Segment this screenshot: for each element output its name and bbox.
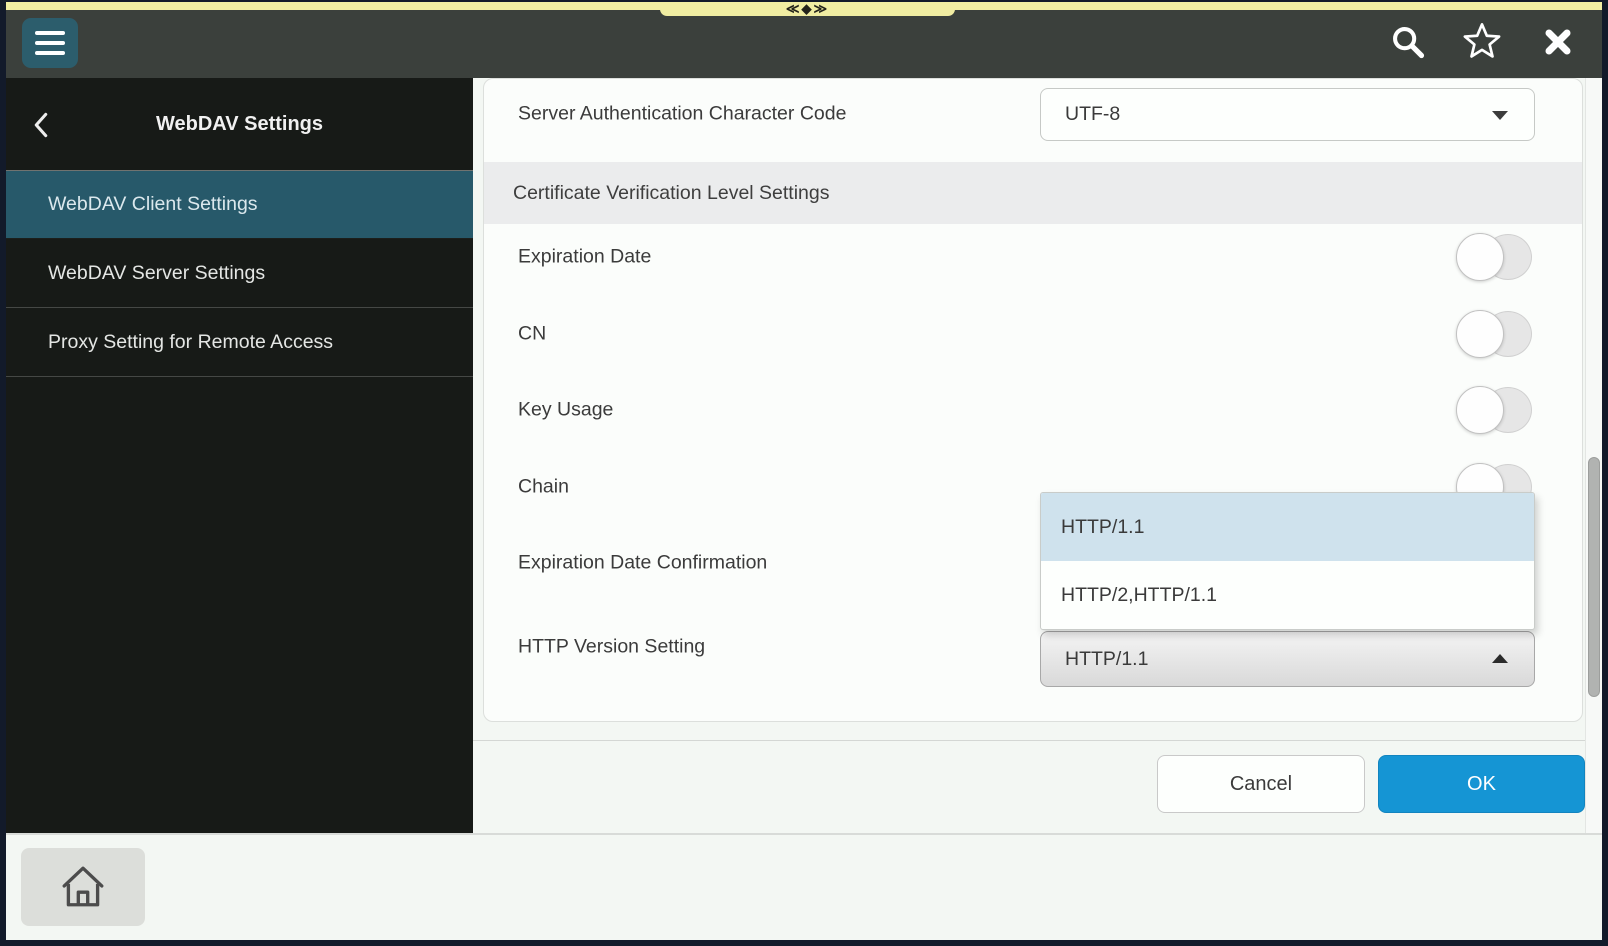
favorite-button[interactable] bbox=[1461, 19, 1503, 61]
app-window: ≪◆≫ bbox=[6, 2, 1602, 940]
scrollbar-thumb[interactable] bbox=[1588, 457, 1600, 697]
ok-button[interactable]: OK bbox=[1378, 755, 1585, 813]
triangle-down-icon bbox=[1492, 111, 1508, 120]
section-header: Certificate Verification Level Settings bbox=[484, 162, 1582, 224]
screen-pull-tab[interactable]: ≪◆≫ bbox=[660, 2, 955, 16]
close-icon bbox=[1544, 28, 1572, 56]
sidebar-item-label: WebDAV Client Settings bbox=[48, 193, 258, 216]
footer-divider bbox=[473, 740, 1602, 741]
sidebar-header: WebDAV Settings bbox=[6, 78, 473, 170]
cn-label: CN bbox=[518, 323, 546, 346]
sidebar-item-label: Proxy Setting for Remote Access bbox=[48, 331, 333, 354]
key-usage-label: Key Usage bbox=[518, 399, 613, 422]
sidebar-title: WebDAV Settings bbox=[6, 78, 473, 170]
hamburger-icon bbox=[35, 31, 65, 55]
ok-button-label: OK bbox=[1467, 773, 1496, 796]
menu-button[interactable] bbox=[22, 18, 78, 68]
cancel-button[interactable]: Cancel bbox=[1157, 755, 1365, 813]
dropdown-option-label: HTTP/2,HTTP/1.1 bbox=[1061, 584, 1217, 607]
dropdown-option-http11[interactable]: HTTP/1.1 bbox=[1041, 493, 1534, 561]
http-version-select[interactable]: HTTP/1.1 bbox=[1040, 631, 1535, 687]
cancel-button-label: Cancel bbox=[1230, 773, 1292, 796]
close-button[interactable] bbox=[1539, 23, 1577, 61]
section-header-label: Certificate Verification Level Settings bbox=[513, 182, 830, 205]
server-auth-charcode-select[interactable]: UTF-8 bbox=[1040, 88, 1535, 141]
toggle-knob bbox=[1456, 386, 1504, 434]
toggle-cn[interactable] bbox=[1456, 310, 1534, 358]
search-icon bbox=[1390, 24, 1426, 60]
scrollbar-track[interactable] bbox=[1585, 78, 1602, 833]
toggle-knob bbox=[1456, 310, 1504, 358]
expiration-date-confirmation-label: Expiration Date Confirmation bbox=[518, 552, 767, 575]
back-button[interactable] bbox=[24, 108, 58, 142]
dropdown-option-label: HTTP/1.1 bbox=[1061, 516, 1144, 539]
expiration-date-label: Expiration Date bbox=[518, 246, 651, 269]
server-auth-charcode-label: Server Authentication Character Code bbox=[518, 103, 846, 126]
select-value: HTTP/1.1 bbox=[1065, 648, 1148, 671]
home-button[interactable] bbox=[21, 848, 145, 926]
bottombar bbox=[6, 833, 1602, 940]
topbar bbox=[6, 10, 1602, 78]
triangle-up-icon bbox=[1492, 654, 1508, 663]
sidebar: WebDAV Settings WebDAV Client Settings W… bbox=[6, 78, 473, 833]
chevron-left-icon bbox=[32, 112, 50, 138]
http-version-dropdown-list: HTTP/1.1 HTTP/2,HTTP/1.1 bbox=[1040, 492, 1535, 630]
sidebar-item-label: WebDAV Server Settings bbox=[48, 262, 265, 285]
sidebar-item-webdav-client-settings[interactable]: WebDAV Client Settings bbox=[6, 170, 473, 239]
chain-label: Chain bbox=[518, 476, 569, 499]
home-icon bbox=[59, 863, 107, 911]
sidebar-item-proxy-setting-remote-access[interactable]: Proxy Setting for Remote Access bbox=[6, 308, 473, 377]
toggle-key-usage[interactable] bbox=[1456, 386, 1534, 434]
select-value: UTF-8 bbox=[1065, 103, 1120, 126]
toggle-knob bbox=[1456, 233, 1504, 281]
main-content: Server Authentication Character Code UTF… bbox=[473, 78, 1602, 833]
sidebar-item-webdav-server-settings[interactable]: WebDAV Server Settings bbox=[6, 239, 473, 308]
star-icon bbox=[1463, 21, 1501, 59]
http-version-label: HTTP Version Setting bbox=[518, 636, 705, 659]
pull-tab-glyph: ≪◆≫ bbox=[786, 4, 829, 14]
dropdown-option-http2-http11[interactable]: HTTP/2,HTTP/1.1 bbox=[1041, 561, 1534, 629]
toggle-expiration-date[interactable] bbox=[1456, 233, 1534, 281]
search-button[interactable] bbox=[1387, 21, 1429, 63]
